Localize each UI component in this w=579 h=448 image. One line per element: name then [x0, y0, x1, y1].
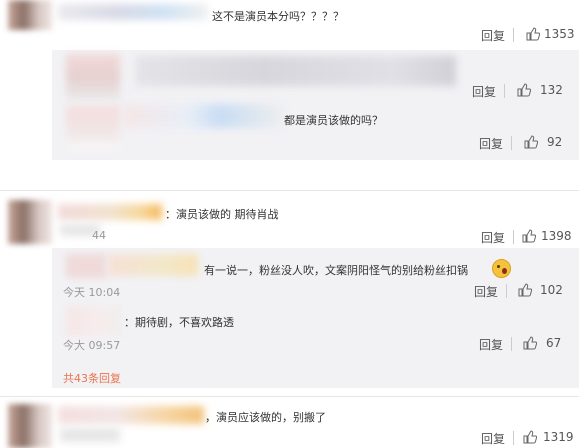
divider — [513, 28, 514, 42]
comment-text: 这不是演员本分吗？？？？ — [212, 10, 344, 23]
crying-emoji-icon — [492, 259, 511, 278]
divider — [0, 190, 579, 191]
like-count: 67 — [546, 336, 562, 350]
like-count: 102 — [540, 283, 563, 297]
divider — [513, 431, 514, 445]
timestamp: 44 — [92, 229, 106, 242]
avatar[interactable] — [66, 254, 106, 278]
username-blurred[interactable] — [108, 254, 198, 276]
divider — [511, 337, 512, 351]
avatar[interactable] — [8, 200, 52, 244]
reply-button[interactable]: 回复 — [479, 336, 503, 353]
reply-button[interactable]: 回复 — [472, 83, 496, 100]
thumbs-up-icon[interactable] — [518, 283, 532, 297]
username-blurred[interactable] — [58, 4, 208, 20]
reply-button[interactable]: 回复 — [479, 135, 503, 152]
reply-button[interactable]: 回复 — [474, 283, 498, 300]
timestamp: 今天 10:04 — [63, 286, 121, 299]
thumbs-up-icon[interactable] — [524, 135, 538, 149]
thumbs-up-icon[interactable] — [523, 336, 537, 350]
reply-button[interactable]: 回复 — [481, 430, 505, 447]
reply-text-blurred — [136, 56, 456, 86]
like-count: 132 — [540, 83, 563, 97]
thumbs-up-icon[interactable] — [526, 27, 540, 41]
avatar[interactable] — [66, 106, 120, 150]
thumbs-up-icon[interactable] — [522, 229, 536, 243]
like-count: 1353 — [544, 27, 575, 41]
reply-button[interactable]: 回复 — [481, 229, 505, 246]
like-count: 1398 — [541, 229, 572, 243]
thumbs-up-icon[interactable] — [523, 430, 537, 444]
avatar[interactable] — [66, 306, 122, 336]
divider — [0, 396, 579, 397]
comment-text: ：期待剧，不喜欢路透 — [124, 316, 234, 329]
username-blurred[interactable] — [58, 204, 162, 220]
subtitle-blurred — [60, 428, 120, 442]
avatar[interactable] — [8, 404, 52, 448]
thumbs-up-icon[interactable] — [517, 83, 531, 97]
more-replies-link[interactable]: 共43条回复 — [63, 370, 121, 386]
divider — [511, 136, 512, 150]
comment-text: 有一说一，粉丝没人吹，文案阴阳怪气的别给粉丝扣锅 — [204, 264, 468, 277]
reply-button[interactable]: 回复 — [481, 27, 505, 44]
timestamp: 今大 09:57 — [63, 339, 121, 352]
username-blurred[interactable] — [58, 406, 204, 424]
divider — [504, 84, 505, 98]
like-count: 92 — [547, 135, 563, 149]
avatar[interactable] — [8, 0, 52, 30]
divider — [506, 284, 507, 298]
comment-text: ，演员应该做的，别搬了 — [205, 411, 326, 424]
divider — [513, 230, 514, 244]
username-blurred[interactable] — [124, 104, 284, 128]
like-count: 1319 — [543, 430, 574, 444]
comment-text: 都是演员该做的吗？ — [284, 114, 383, 127]
comment-text: ：演员该做的 期待肖战 — [165, 208, 279, 221]
avatar[interactable] — [66, 54, 120, 100]
